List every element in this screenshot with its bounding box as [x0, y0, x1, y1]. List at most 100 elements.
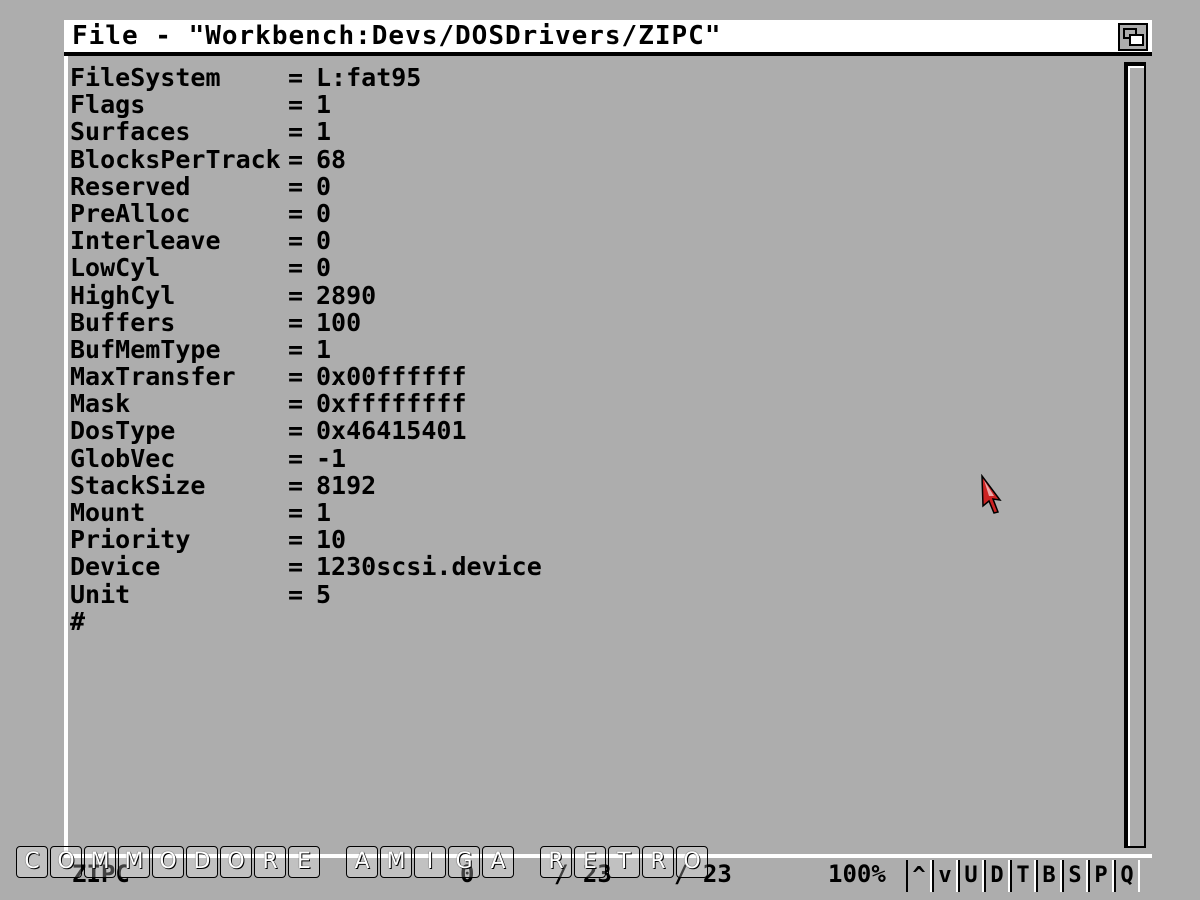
file-content: FileSystem = L:fat95 Flags = 1 Surfaces = 1 Block… — [70, 64, 1110, 854]
line-equals: = — [288, 443, 304, 473]
line-value: 1 — [316, 117, 332, 147]
line-value: 1 — [316, 498, 332, 527]
line-key: GlobVec — [70, 443, 176, 473]
text-viewer-window: File - "Workbench:Devs/DOSDrivers/ZIPC" … — [64, 20, 1152, 892]
watermark-letter: R — [254, 846, 286, 878]
top-button[interactable]: T — [1010, 860, 1036, 892]
line-equals: = — [288, 171, 304, 201]
text-line: PreAlloc = 0 — [70, 200, 1110, 227]
line-key: LowCyl — [70, 253, 161, 283]
text-line: Mask = 0xffffffff — [70, 390, 1110, 417]
watermark-letter: O — [676, 846, 708, 878]
page-down-button[interactable]: D — [984, 860, 1010, 892]
line-value: 100 — [316, 307, 362, 337]
depth-front-square — [1129, 34, 1144, 46]
line-key: Device — [70, 552, 161, 582]
search-button[interactable]: S — [1062, 860, 1088, 892]
line-key: Buffers — [70, 307, 176, 337]
watermark-letter: M — [118, 846, 150, 878]
line-key: Surfaces — [70, 117, 191, 147]
print-button[interactable]: P — [1088, 860, 1114, 892]
line-value: 1 — [316, 90, 332, 120]
text-line: Unit = 5 — [70, 579, 1110, 609]
line-key: BlocksPerTrack — [70, 144, 281, 174]
line-key: # — [70, 606, 86, 636]
text-line: FileSystem = L:fat95 — [70, 64, 1110, 91]
line-value: 2890 — [316, 280, 377, 310]
quit-button[interactable]: Q — [1114, 860, 1140, 892]
scroll-down-button[interactable]: v — [932, 860, 958, 892]
line-equals: = — [288, 198, 304, 228]
text-line: Interleave = 0 — [70, 227, 1110, 254]
text-line: MaxTransfer = 0x00ffffff — [70, 363, 1110, 390]
bottom-button[interactable]: B — [1036, 860, 1062, 892]
line-equals: = — [288, 470, 304, 500]
text-line: Flags = 1 — [70, 91, 1110, 118]
watermark-letter: E — [574, 846, 606, 878]
line-key: PreAlloc — [70, 198, 191, 228]
scroll-knob[interactable] — [1128, 66, 1144, 846]
watermark-letter: M — [84, 846, 116, 878]
watermark: COMMODOREAMIGARETRO — [16, 846, 708, 878]
text-line: # — [70, 608, 1110, 635]
watermark-letter: M — [380, 846, 412, 878]
line-value: 0 — [316, 226, 332, 256]
line-value: 0x46415401 — [316, 416, 467, 446]
line-key: FileSystem — [70, 63, 221, 92]
watermark-letter: R — [642, 846, 674, 878]
text-line: StackSize = 8192 — [70, 472, 1110, 499]
text-line: HighCyl = 2890 — [70, 280, 1110, 310]
watermark-letter: A — [482, 846, 514, 878]
line-key: Priority — [70, 525, 191, 555]
line-key: BufMemType — [70, 334, 221, 364]
line-key: Reserved — [70, 171, 191, 201]
line-equals: = — [288, 362, 304, 392]
line-key: Flags — [70, 90, 146, 120]
window-title: File - "Workbench:Devs/DOSDrivers/ZIPC" — [72, 21, 722, 51]
line-equals: = — [288, 226, 304, 256]
scroll-up-button[interactable]: ^ — [906, 860, 932, 892]
line-value: 0 — [316, 198, 332, 228]
line-equals: = — [288, 552, 304, 582]
watermark-gap — [322, 846, 344, 878]
line-equals: = — [288, 63, 304, 92]
watermark-letter: I — [414, 846, 446, 878]
line-key: StackSize — [70, 470, 206, 500]
text-line: Priority = 10 — [70, 526, 1110, 553]
watermark-letter: A — [346, 846, 378, 878]
status-zoom: 100% — [828, 860, 886, 888]
line-equals: = — [288, 90, 304, 120]
text-line: Buffers = 100 — [70, 307, 1110, 337]
watermark-letter: C — [16, 846, 48, 878]
watermark-letter: T — [608, 846, 640, 878]
line-value: 10 — [316, 525, 347, 555]
text-line: GlobVec = -1 — [70, 443, 1110, 473]
watermark-letter: O — [220, 846, 252, 878]
watermark-letter: O — [50, 846, 82, 878]
watermark-letter: O — [152, 846, 184, 878]
window-titlebar[interactable]: File - "Workbench:Devs/DOSDrivers/ZIPC" — [64, 20, 1152, 56]
depth-arrange-icon[interactable] — [1118, 23, 1148, 51]
line-key: Mount — [70, 498, 146, 527]
line-key: DosType — [70, 416, 176, 446]
line-equals: = — [288, 144, 304, 174]
line-value: 0xffffffff — [316, 389, 467, 419]
watermark-letter: G — [448, 846, 480, 878]
line-value: 0 — [316, 171, 332, 201]
line-equals: = — [288, 117, 304, 147]
vertical-scrollbar[interactable] — [1120, 60, 1150, 852]
line-key: MaxTransfer — [70, 362, 236, 392]
workbench-screen: File - "Workbench:Devs/DOSDrivers/ZIPC" … — [0, 0, 1200, 900]
line-key: Mask — [70, 389, 131, 419]
text-line: LowCyl = 0 — [70, 254, 1110, 281]
line-key: Unit — [70, 579, 131, 609]
line-value: 68 — [316, 144, 347, 174]
line-value: 0x00ffffff — [316, 362, 467, 392]
mouse-pointer-icon — [981, 474, 1002, 514]
line-equals: = — [288, 579, 304, 609]
scroll-track[interactable] — [1124, 62, 1146, 848]
line-key: Interleave — [70, 226, 221, 256]
page-up-button[interactable]: U — [958, 860, 984, 892]
line-equals: = — [288, 498, 304, 527]
line-value: 1 — [316, 334, 332, 364]
